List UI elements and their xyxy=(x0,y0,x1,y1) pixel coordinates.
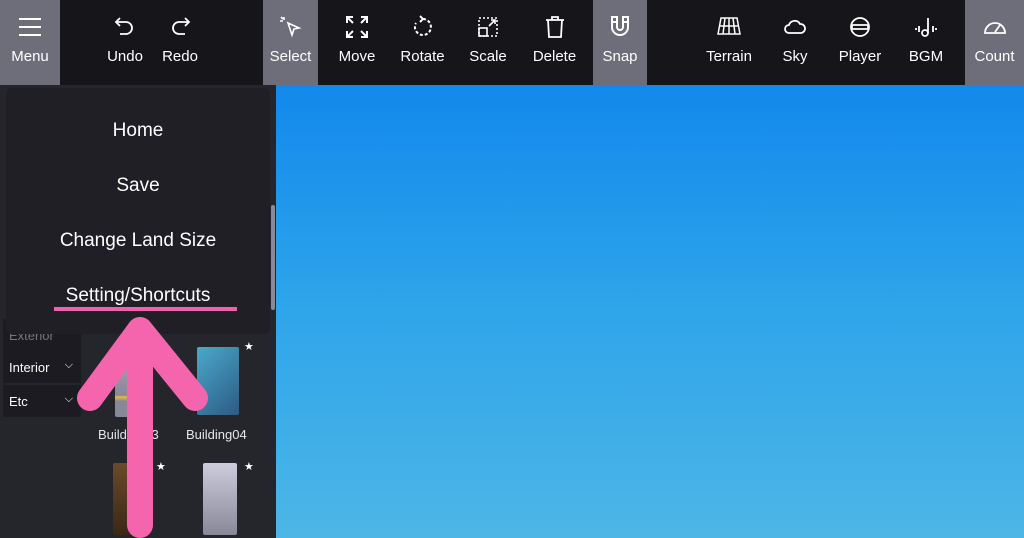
pointer-arrow-annotation xyxy=(77,317,208,538)
